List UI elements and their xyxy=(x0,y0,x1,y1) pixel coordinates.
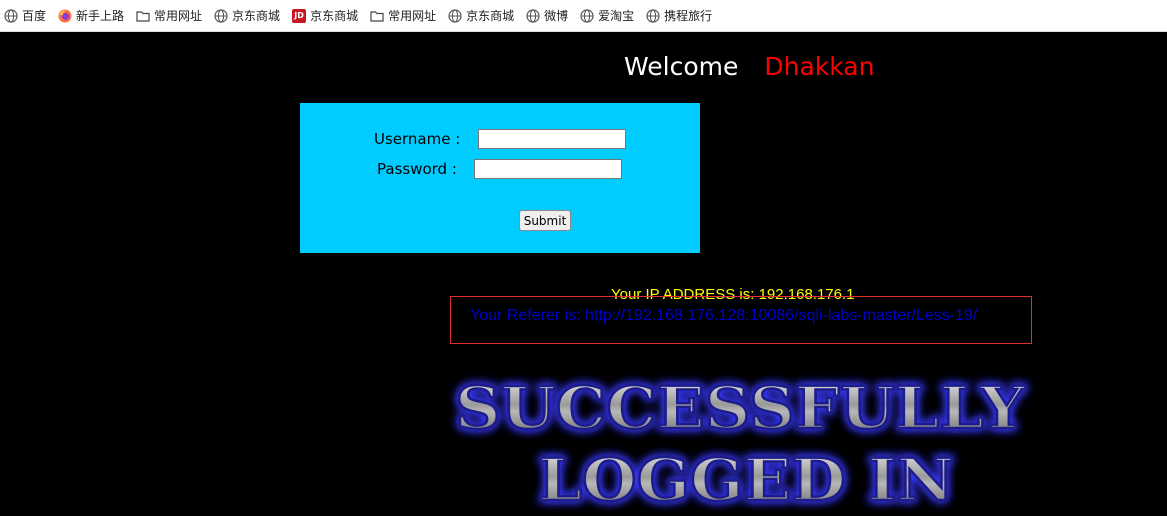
bookmark-label: 京东商城 xyxy=(466,9,515,23)
globe-icon xyxy=(448,8,462,23)
bookmark-baidu[interactable]: 百度 xyxy=(4,4,52,28)
bookmark-taobao[interactable]: 爱淘宝 xyxy=(580,4,640,28)
username-label: Username : xyxy=(374,130,461,148)
bookmarks-bar: 百度 新手上路 常用网址 京东商城 JD 京东商城 常用网址 京东商城 微博 爱… xyxy=(0,0,1167,32)
bookmark-jd-1[interactable]: 京东商城 xyxy=(214,4,286,28)
bookmark-label: 常用网址 xyxy=(154,9,203,23)
bookmark-label: 新手上路 xyxy=(76,9,125,23)
referer-text: Your Referer is: http://192.168.176.128:… xyxy=(470,307,978,324)
jd-icon: JD xyxy=(292,8,307,23)
bookmark-folder-common[interactable]: 常用网址 xyxy=(136,4,208,28)
welcome-name: Dhakkan xyxy=(764,52,875,81)
password-label: Password : xyxy=(377,160,457,178)
bookmark-jd-3[interactable]: 京东商城 xyxy=(448,4,520,28)
page-content: Welcome Dhakkan Username : Password : Sub… xyxy=(0,32,1167,516)
bookmark-weibo[interactable]: 微博 xyxy=(526,4,574,28)
banner-line-1: SUCCESSFULLY xyxy=(455,374,1026,442)
bookmark-jd-2[interactable]: JD 京东商城 xyxy=(292,4,364,28)
submit-button[interactable]: Submit xyxy=(519,210,571,231)
bookmark-label: 京东商城 xyxy=(232,9,281,23)
bookmark-newbie[interactable]: 新手上路 xyxy=(58,4,130,28)
folder-icon xyxy=(370,9,384,23)
globe-icon xyxy=(580,8,594,23)
bookmark-label: 常用网址 xyxy=(388,9,437,23)
folder-icon xyxy=(136,9,150,23)
bookmark-folder-common-2[interactable]: 常用网址 xyxy=(370,4,442,28)
bookmark-label: 微博 xyxy=(544,9,569,23)
firefox-icon xyxy=(58,9,72,23)
welcome-text: Welcome xyxy=(624,52,739,81)
globe-icon xyxy=(4,8,18,23)
login-form: Username : Password : Submit xyxy=(300,103,700,253)
welcome-heading: Welcome Dhakkan xyxy=(624,52,874,81)
success-banner: SUCCESSFULLY LOGGED IN xyxy=(454,373,1027,516)
bookmark-label: 百度 xyxy=(22,9,47,23)
banner-line-2: LOGGED IN xyxy=(538,446,954,514)
bookmark-label: 爱淘宝 xyxy=(598,9,635,23)
globe-icon xyxy=(526,8,540,23)
jd-badge: JD xyxy=(292,8,307,23)
username-input[interactable] xyxy=(478,129,626,149)
bookmark-ctrip[interactable]: 携程旅行 xyxy=(646,4,718,28)
globe-icon xyxy=(214,8,228,23)
referer-box: Your Referer is: http://192.168.176.128:… xyxy=(450,296,1032,344)
globe-icon xyxy=(646,8,660,23)
password-input[interactable] xyxy=(474,159,622,179)
bookmark-label: 京东商城 xyxy=(310,9,359,23)
bookmark-label: 携程旅行 xyxy=(664,9,713,23)
